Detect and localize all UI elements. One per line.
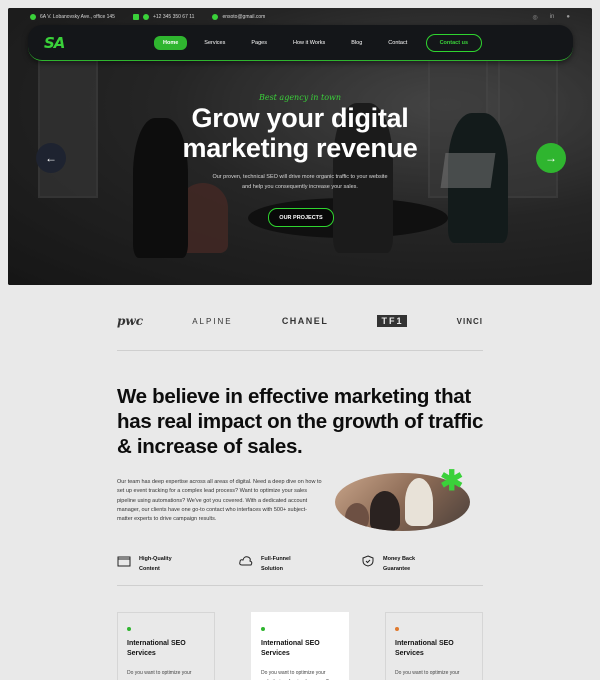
asterisk-icon: ✱ — [440, 465, 464, 496]
brand-vinci: VINCI — [456, 316, 483, 326]
location-icon — [30, 14, 36, 20]
card-dot — [261, 627, 265, 631]
card-title: International SEO Services — [395, 640, 454, 657]
features-row: High-Quality Content Full-Funnel Solution … — [117, 554, 483, 574]
about-paragraph: Our team has deep expertise across all a… — [117, 479, 322, 523]
contact-us-button[interactable]: Contact us — [425, 33, 482, 52]
card-description: Do you want to optimize your website in … — [261, 670, 329, 680]
logo[interactable]: SA — [44, 34, 154, 52]
slider-prev-button[interactable]: ← — [36, 143, 66, 173]
service-card[interactable]: International SEO Services Do you want to… — [385, 612, 483, 680]
nav-item-contact[interactable]: Contact — [379, 36, 416, 50]
linkedin-icon[interactable]: in — [550, 14, 555, 21]
instagram-icon[interactable]: ◎ — [532, 14, 537, 21]
card-description: Do you want to optimize your — [127, 670, 192, 676]
brand-tf1: TF1 — [377, 315, 408, 327]
card-dot — [127, 627, 131, 631]
divider — [117, 585, 483, 586]
cloud-icon — [239, 556, 253, 566]
main-navbar: SA Home Services Pages How it Works Blog… — [28, 25, 573, 61]
brand-chanel: CHANEL — [281, 316, 329, 326]
our-projects-button[interactable]: OUR PROJECTS — [268, 208, 334, 227]
arrow-right-icon: → — [545, 151, 557, 165]
card-dot — [395, 627, 399, 631]
phone-item[interactable]: +12 345 350 67 11 — [132, 14, 194, 20]
divider — [117, 350, 483, 351]
email-item[interactable]: ensoto@gmail.com — [212, 14, 265, 20]
slider-next-button[interactable]: → — [536, 143, 566, 173]
email-icon — [212, 14, 219, 20]
brand-alpine: ALPINE — [192, 316, 233, 326]
nav-item-blog[interactable]: Blog — [342, 36, 371, 50]
service-card[interactable]: International SEO Services Do you want to… — [117, 612, 215, 680]
card-description: Do you want to optimize your — [395, 670, 460, 676]
brand-logos: pwc ALPINE CHANEL TF1 VINCI — [117, 310, 483, 332]
whatsapp-icon — [132, 14, 139, 20]
card-title: International SEO Services — [127, 640, 186, 657]
feature-item: Money Back Guarantee — [361, 554, 483, 574]
hero-subtitle: Our proven, technical SEO will drive mor… — [212, 174, 388, 190]
nav-item-home[interactable]: Home — [154, 35, 188, 50]
feature-item: Full-Funnel Solution — [239, 554, 361, 574]
service-cards: International SEO Services Do you want to… — [117, 612, 483, 680]
hero-tagline: Best agency in town — [258, 93, 342, 102]
content-icon — [117, 556, 131, 567]
arrow-left-icon: ← — [45, 151, 57, 165]
nav-item-services[interactable]: Services — [195, 36, 234, 50]
nav-item-pages[interactable]: Pages — [242, 36, 276, 50]
shield-check-icon — [362, 555, 374, 567]
nav-menu: Home Services Pages How it Works Blog Co… — [154, 35, 424, 50]
top-info-bar: 6A V. Lobanovsky Ave., office 145 +12 34… — [30, 10, 570, 24]
social-links: ◎ in ● — [532, 14, 570, 21]
about-headline: We believe in effective marketing that h… — [117, 385, 484, 458]
phone-icon — [142, 14, 149, 20]
brand-pwc: pwc — [117, 314, 144, 328]
facebook-icon[interactable]: ● — [566, 14, 570, 21]
feature-item: High-Quality Content — [117, 554, 239, 574]
service-card[interactable]: International SEO Services Do you want to… — [251, 612, 349, 680]
card-title: International SEO Services — [261, 640, 320, 657]
address-item: 6A V. Lobanovsky Ave., office 145 — [30, 14, 115, 20]
hero-title: Grow your digital marketing revenue — [182, 103, 418, 163]
nav-item-how-it-works[interactable]: How it Works — [284, 36, 334, 50]
